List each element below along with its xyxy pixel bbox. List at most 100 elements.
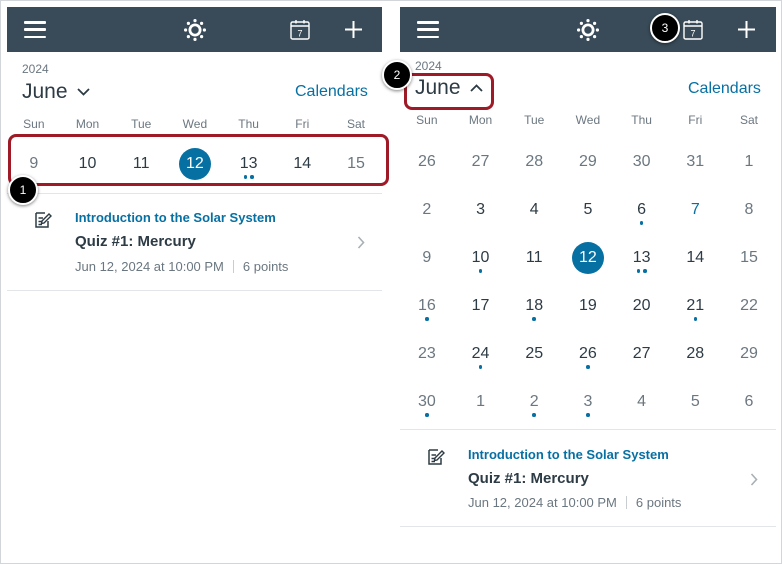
event-dot — [639, 221, 644, 225]
callout-2: 2 — [382, 60, 412, 90]
calendar-day[interactable]: 29 — [722, 330, 776, 378]
calendar-day[interactable]: 28 — [668, 330, 722, 378]
weekday-label: Sun — [416, 113, 438, 127]
calendar-day[interactable]: 24 — [454, 330, 508, 378]
calendars-link[interactable]: Calendars — [295, 83, 368, 101]
canvas-logo-icon — [183, 19, 206, 41]
calendar-day[interactable]: 19 — [561, 282, 615, 330]
event-dot — [586, 413, 590, 417]
top-navigation-bar: 7 — [7, 7, 382, 52]
calendar-day[interactable]: 4 — [615, 378, 669, 426]
calendar-day[interactable]: 22 — [722, 282, 776, 330]
calendar-day[interactable]: 8 — [722, 186, 776, 234]
day-number: 23 — [417, 345, 436, 362]
calendar-day[interactable]: 12 — [561, 234, 615, 282]
calendar-day[interactable]: 9 — [400, 234, 454, 282]
day-number: 9 — [422, 249, 432, 266]
day-number: 9 — [29, 155, 39, 172]
calendar-day[interactable]: 5 — [561, 186, 615, 234]
month-selector[interactable]: June — [22, 80, 90, 104]
event-meta: Jun 12, 2024 at 10:00 PM 6 points — [75, 259, 288, 274]
event-dots-indicator — [561, 365, 615, 369]
hamburger-menu-icon[interactable] — [24, 21, 46, 39]
calendar-day[interactable]: 6 — [722, 378, 776, 426]
event-dot — [478, 269, 483, 273]
month-selector[interactable]: June — [415, 76, 483, 100]
add-icon[interactable] — [737, 20, 756, 39]
calendar-day[interactable]: 1 — [454, 378, 508, 426]
week-strip: 9 10 11 12 13 14 15 — [7, 141, 382, 187]
weekday-header: Sun Mon Tue Wed Thu Fri Sat — [400, 113, 776, 127]
calendar-day[interactable]: 10 — [454, 234, 508, 282]
event-dots-indicator — [454, 365, 508, 369]
calendar-day[interactable]: 20 — [615, 282, 669, 330]
calendar-day[interactable]: 7 — [668, 186, 722, 234]
calendar-day[interactable]: 3 — [561, 378, 615, 426]
calendar-day[interactable]: 30 — [400, 378, 454, 426]
calendar-day[interactable]: 16 — [400, 282, 454, 330]
divider — [7, 290, 382, 291]
calendar-day[interactable]: 17 — [454, 282, 508, 330]
day-number: 2 — [529, 393, 539, 410]
calendar-day[interactable]: 14 — [668, 234, 722, 282]
calendar-day[interactable]: 23 — [400, 330, 454, 378]
event-title: Quiz #1: Mercury — [468, 470, 589, 487]
calendar-today-icon[interactable]: 7 — [683, 19, 703, 40]
calendar-day[interactable]: 11 — [507, 234, 561, 282]
divider — [400, 526, 776, 527]
day-number: 5 — [690, 393, 700, 410]
weekday-label: Tue — [131, 117, 152, 131]
calendar-day[interactable]: 25 — [507, 330, 561, 378]
day-number: 15 — [347, 155, 365, 172]
calendar-day[interactable]: 27 — [454, 138, 508, 186]
event-dot — [532, 413, 536, 417]
add-icon[interactable] — [344, 20, 363, 39]
calendar-day[interactable]: 6 — [615, 186, 669, 234]
event-item[interactable]: Introduction to the Solar System Quiz #1… — [33, 207, 373, 279]
calendar-day[interactable]: 2 — [400, 186, 454, 234]
calendar-today-icon[interactable]: 7 — [290, 19, 310, 40]
calendar-day[interactable]: 21 — [668, 282, 722, 330]
chevron-right-icon — [357, 236, 365, 249]
weekday-label: Mon — [468, 113, 493, 127]
calendar-day[interactable]: 4 — [507, 186, 561, 234]
calendar-day[interactable]: 29 — [561, 138, 615, 186]
day-number: 11 — [525, 249, 543, 266]
calendar-day[interactable]: 15 — [329, 141, 382, 187]
event-dots-indicator — [222, 175, 276, 179]
calendar-day[interactable]: 12 — [168, 141, 222, 187]
calendar-day[interactable]: 1 — [722, 138, 776, 186]
calendar-day[interactable]: 28 — [507, 138, 561, 186]
calendar-day[interactable]: 13 — [222, 141, 276, 187]
calendar-day[interactable]: 18 — [507, 282, 561, 330]
week-row: 9 10 11 12 13 14 15 — [400, 234, 776, 282]
hamburger-menu-icon[interactable] — [417, 21, 439, 39]
calendar-day[interactable]: 30 — [615, 138, 669, 186]
calendar-day[interactable]: 10 — [61, 141, 115, 187]
calendar-day[interactable]: 13 — [615, 234, 669, 282]
calendars-link[interactable]: Calendars — [688, 80, 761, 98]
calendar-day[interactable]: 14 — [275, 141, 329, 187]
calendar-day[interactable]: 26 — [561, 330, 615, 378]
calendar-day[interactable]: 5 — [668, 378, 722, 426]
event-item[interactable]: Introduction to the Solar System Quiz #1… — [426, 444, 766, 516]
event-meta: Jun 12, 2024 at 10:00 PM 6 points — [468, 495, 681, 510]
day-number: 30 — [417, 393, 436, 410]
weekday-label: Sat — [739, 113, 758, 127]
calendar-day[interactable]: 26 — [400, 138, 454, 186]
calendar-day[interactable]: 11 — [114, 141, 168, 187]
canvas-logo-icon — [577, 19, 599, 41]
divider — [400, 429, 776, 430]
quiz-icon — [35, 212, 52, 228]
calendar-day[interactable]: 31 — [668, 138, 722, 186]
event-dot — [425, 317, 429, 321]
event-dots-indicator — [668, 317, 722, 321]
chevron-up-icon — [469, 84, 483, 92]
day-number: 22 — [740, 297, 758, 314]
day-number: 17 — [471, 297, 490, 314]
calendar-day[interactable]: 2 — [507, 378, 561, 426]
event-dot — [478, 365, 483, 369]
calendar-day[interactable]: 3 — [454, 186, 508, 234]
calendar-day[interactable]: 15 — [722, 234, 776, 282]
calendar-day[interactable]: 27 — [615, 330, 669, 378]
